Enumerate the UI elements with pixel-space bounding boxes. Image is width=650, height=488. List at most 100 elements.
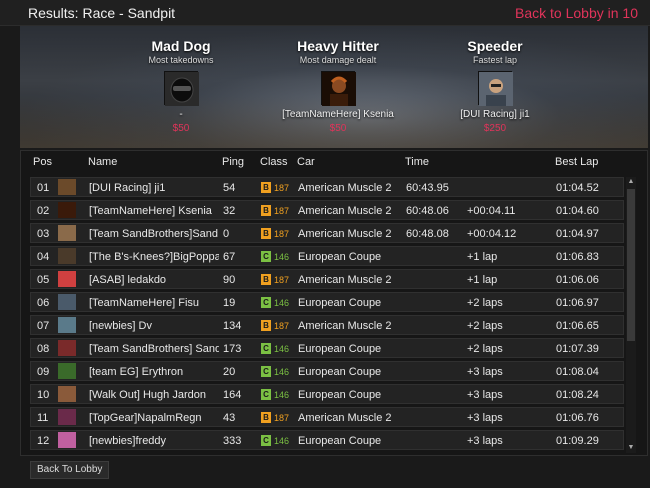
class-badge: C	[261, 343, 271, 354]
player-avatar	[58, 340, 76, 356]
player-avatar	[58, 225, 76, 241]
row-player-name: [TeamNameHere] Ksenia	[89, 205, 212, 217]
scroll-down-icon[interactable]: ▼	[626, 443, 636, 453]
row-time: 60:43.95	[406, 182, 449, 194]
row-ping: 164	[223, 389, 242, 401]
award-prize: $50	[329, 123, 347, 134]
scrollbar[interactable]: ▲ ▼	[626, 177, 636, 453]
row-player-name: [TeamNameHere] Fisu	[89, 297, 200, 309]
table-row[interactable]: 03 [Team SandBrothers]Sand... 0 B 187 America…	[30, 223, 624, 243]
row-ping: 333	[223, 435, 242, 447]
row-gap: +3 laps	[467, 389, 503, 401]
table-row[interactable]: 09 [team EG] Erythron 20 C 146 European Coupe…	[30, 361, 624, 381]
row-player-name: [DUI Racing] ji1	[89, 182, 166, 194]
row-position: 08	[37, 343, 50, 355]
table-row[interactable]: 10 [Walk Out] Hugh Jardon 164 C 146 European …	[30, 384, 624, 404]
scroll-up-icon[interactable]: ▲	[626, 177, 636, 187]
row-ping: 20	[223, 366, 236, 378]
row-position: 05	[37, 274, 50, 286]
award-prize: $250	[483, 123, 507, 134]
player-avatar	[58, 202, 76, 218]
row-car: American Muscle 2	[298, 228, 392, 240]
player-avatar	[58, 409, 76, 425]
column-car[interactable]: Car	[297, 156, 315, 168]
player-avatar	[58, 432, 76, 448]
table-row[interactable]: 01 [DUI Racing] ji1 54 B 187 American Muscle …	[30, 177, 624, 197]
award-description: Fastest lap	[472, 55, 518, 65]
table-row[interactable]: 11 [TopGear]NapalmRegn 43 B 187 American Musc…	[30, 407, 624, 427]
row-class-rating: 146	[274, 298, 290, 308]
row-position: 09	[37, 366, 50, 378]
award-speeder: Speeder Fastest lap [DUI Racing] ji1 $25…	[420, 38, 570, 134]
row-ping: 134	[223, 320, 242, 332]
row-gap: +2 laps	[467, 297, 503, 309]
row-car: European Coupe	[298, 389, 382, 401]
award-description: Most damage dealt	[299, 55, 377, 65]
player-avatar	[58, 179, 76, 195]
column-time[interactable]: Time	[405, 156, 429, 168]
row-best-lap: 01:04.97	[556, 228, 599, 240]
row-class-rating: 187	[274, 321, 290, 331]
row-best-lap: 01:06.97	[556, 297, 599, 309]
column-best-lap[interactable]: Best Lap	[555, 156, 598, 168]
table-row[interactable]: 06 [TeamNameHere] Fisu 19 C 146 European Coup…	[30, 292, 624, 312]
award-title: Mad Dog	[151, 38, 211, 54]
row-car: European Coupe	[298, 297, 382, 309]
row-gap: +00:04.11	[467, 205, 516, 217]
table-row[interactable]: 02 [TeamNameHere] Ksenia 32 B 187 American Mu…	[30, 200, 624, 220]
row-ping: 90	[223, 274, 236, 286]
row-class-rating: 187	[274, 183, 290, 193]
row-class-rating: 146	[274, 252, 290, 262]
award-heavy-hitter: Heavy Hitter Most damage dealt [TeamName…	[263, 38, 413, 134]
row-time: 60:48.06	[406, 205, 449, 217]
column-pos[interactable]: Pos	[33, 156, 52, 168]
class-badge: B	[261, 182, 271, 193]
row-car: American Muscle 2	[298, 320, 392, 332]
award-prize: $50	[172, 123, 190, 134]
row-best-lap: 01:06.83	[556, 251, 599, 263]
column-name[interactable]: Name	[88, 156, 117, 168]
class-badge: C	[261, 297, 271, 308]
row-ping: 19	[223, 297, 236, 309]
row-car: American Muscle 2	[298, 274, 392, 286]
row-gap: +1 lap	[467, 251, 498, 263]
row-gap: +3 laps	[467, 435, 503, 447]
row-gap: +1 lap	[467, 274, 498, 286]
table-row[interactable]: 08 [Team SandBrothers] Sand... 173 C 146 Euro…	[30, 338, 624, 358]
table-row[interactable]: 04 [The B's-Knees?]BigPoppa_C 67 C146 Europe…	[30, 246, 624, 266]
table-row[interactable]: 12 [newbies]freddy 333 C 146 European Coupe +3…	[30, 430, 624, 450]
table-row[interactable]: 07 [newbies] Dv 134 B 187 American Muscle 2 +2…	[30, 315, 624, 335]
row-gap: +3 laps	[467, 412, 503, 424]
row-player-name: [Team SandBrothers] Sand...	[89, 343, 219, 355]
scrollbar-thumb[interactable]	[627, 189, 635, 341]
award-player: -	[179, 109, 183, 120]
class-badge: C	[261, 251, 271, 262]
column-ping[interactable]: Ping	[222, 156, 244, 168]
row-gap: +3 laps	[467, 366, 503, 378]
row-position: 03	[37, 228, 50, 240]
row-gap: +2 laps	[467, 320, 503, 332]
back-to-lobby-countdown[interactable]: Back to Lobby in 10	[515, 5, 638, 21]
row-car: European Coupe	[298, 435, 382, 447]
row-position: 01	[37, 182, 50, 194]
back-to-lobby-button[interactable]: Back To Lobby	[30, 461, 110, 479]
row-car: European Coupe	[298, 366, 382, 378]
row-best-lap: 01:08.04	[556, 366, 599, 378]
page-title: Results: Race - Sandpit	[28, 5, 176, 21]
row-class-rating: 146	[274, 436, 290, 446]
player-avatar	[58, 248, 76, 264]
class-badge: B	[261, 412, 271, 423]
row-class-rating: 187	[274, 206, 290, 216]
table-row[interactable]: 05 [ASAB] ledakdo 90 B 187 American Muscle 2 +…	[30, 269, 624, 289]
row-ping: 54	[223, 182, 236, 194]
row-class-rating: 146	[274, 390, 290, 400]
class-badge: C	[261, 366, 271, 377]
player-portrait	[478, 71, 513, 106]
player-avatar	[58, 271, 76, 287]
row-player-name: [newbies] Dv	[89, 320, 152, 332]
player-portrait	[321, 71, 356, 106]
row-ping: 173	[223, 343, 242, 355]
award-player: [TeamNameHere] Ksenia	[282, 109, 394, 120]
column-class[interactable]: Class	[260, 156, 288, 168]
row-gap: +00:04.12	[467, 228, 517, 240]
